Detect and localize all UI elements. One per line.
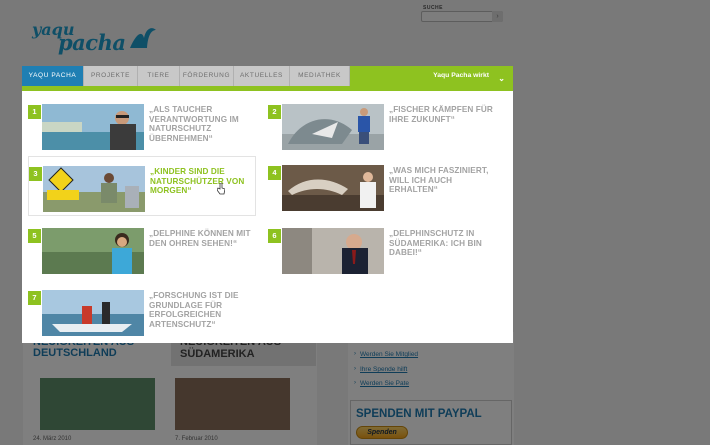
nav-item-projekte[interactable]: PROJEKTE: [84, 66, 138, 86]
nav-menu-yaqu-pacha-wirkt[interactable]: Yaqu Pacha wirkt ⌄: [350, 66, 513, 86]
testimonial-card-7[interactable]: 7 „FORSCHUNG IST DIE GRUNDLAGE FÜR ERFOL…: [22, 279, 250, 336]
card-thumbnail-museum: [282, 165, 384, 211]
hand-cursor-icon: [217, 183, 225, 195]
card-quote: „ALS TAUCHER VERANTWORTUNG IM NATURSCHUT…: [149, 105, 239, 143]
testimonial-card-3[interactable]: 3 „KINDER SIND DIE NATURSCHÜTZER VON MOR…: [28, 156, 256, 216]
nav-item-mediathek[interactable]: MEDIATHEK: [290, 66, 350, 86]
card-quote: „DELPHINE KÖNNEN MIT DEN OHREN SEHEN!“: [149, 229, 251, 248]
card-thumbnail-diver: [42, 104, 144, 150]
card-quote: „DELPHINSCHUTZ IN SÜDAMERIKA: ICH BIN DA…: [389, 229, 482, 258]
card-quote: „FORSCHUNG IST DIE GRUNDLAGE FÜR ERFOLGR…: [149, 291, 239, 329]
card-number-badge: 3: [29, 167, 42, 181]
nav-item-foerderung[interactable]: FÖRDERUNG: [180, 66, 234, 86]
card-thumbnail-man-in-suit: [282, 228, 384, 274]
card-number-badge: 2: [268, 105, 281, 119]
card-thumbnail-children: [43, 166, 145, 212]
testimonial-card-5[interactable]: 5 „DELPHINE KÖNNEN MIT DEN OHREN SEHEN!“: [22, 217, 251, 274]
card-thumbnail-woman: [42, 228, 144, 274]
testimonial-card-2[interactable]: 2 „FISCHER KÄMPFEN FÜR IHRE ZUKUNFT“: [262, 93, 493, 150]
nav-item-tiere[interactable]: TIERE: [138, 66, 180, 86]
card-quote: „FISCHER KÄMPFEN FÜR IHRE ZUKUNFT“: [389, 105, 493, 124]
card-thumbnail-fisherman: [282, 104, 384, 150]
card-number-badge: 5: [28, 229, 41, 243]
card-number-badge: 4: [268, 166, 281, 180]
nav-item-aktuelles[interactable]: AKTUELLES: [234, 66, 290, 86]
card-quote: „KINDER SIND DIE NATURSCHÜTZER VON MORGE…: [150, 167, 245, 196]
main-nav: YAQU PACHA PROJEKTE TIERE FÖRDERUNG AKTU…: [22, 66, 513, 86]
card-number-badge: 6: [268, 229, 281, 243]
testimonial-card-4[interactable]: 4 „WAS MICH FASZINIERT, WILL ICH AUCH ER…: [262, 156, 490, 211]
card-number-badge: 1: [28, 105, 41, 119]
dropdown-panel: 1 „ALS TAUCHER VERANTWORTUNG IM NATURSCH…: [22, 91, 513, 343]
card-number-badge: 7: [28, 291, 41, 305]
nav-menu-label: Yaqu Pacha wirkt: [433, 72, 489, 79]
testimonial-card-1[interactable]: 1 „ALS TAUCHER VERANTWORTUNG IM NATURSCH…: [22, 93, 250, 150]
testimonial-card-6[interactable]: 6 „DELPHINSCHUTZ IN SÜDAMERIKA: ICH BIN …: [262, 217, 490, 274]
nav-item-yaqu-pacha[interactable]: YAQU PACHA: [22, 66, 84, 86]
card-quote: „WAS MICH FASZINIERT, WILL ICH AUCH ERHA…: [389, 166, 489, 195]
card-thumbnail-boat: [42, 290, 144, 336]
